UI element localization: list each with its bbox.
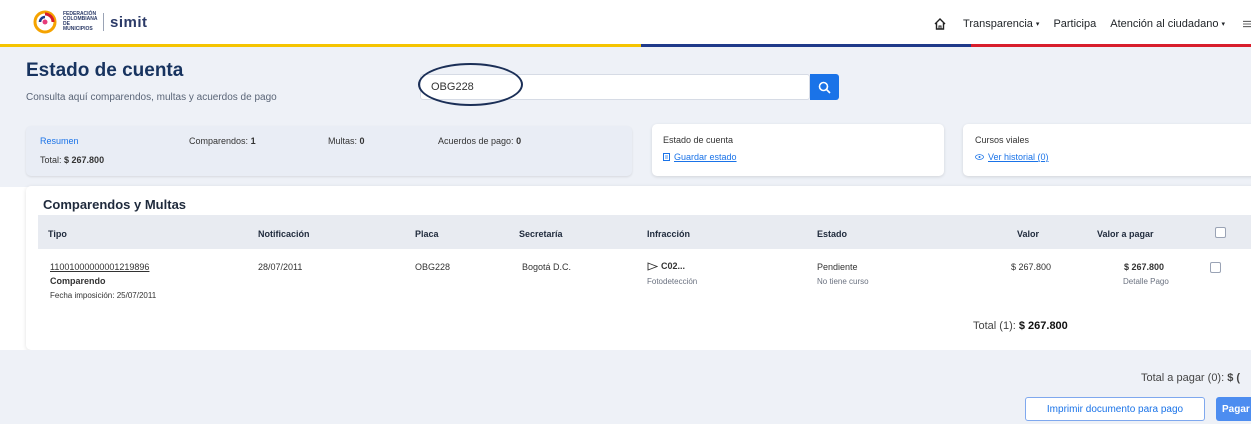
- logo[interactable]: FEDERACIÓN COLOMBIANA DE MUNICIPIOS simi…: [33, 10, 148, 34]
- col-tipo: Tipo: [48, 229, 67, 239]
- top-navbar: FEDERACIÓN COLOMBIANA DE MUNICIPIOS simi…: [0, 0, 1251, 44]
- row-type: Comparendo: [50, 276, 106, 286]
- nav-atencion-ciudadano[interactable]: Atención al ciudadano ▾: [1110, 18, 1225, 30]
- cursos-viales-card: Cursos viales Ver historial (0): [963, 124, 1251, 176]
- acuerdos-label: Acuerdos de pago:: [438, 136, 514, 146]
- eye-icon: [975, 154, 984, 160]
- table-total-value: $ 267.800: [1018, 320, 1068, 332]
- select-all-checkbox[interactable]: [1215, 227, 1226, 238]
- comparendos-value: 1: [250, 136, 256, 146]
- resumen-label: Resumen: [40, 136, 79, 146]
- section-title: Comparendos y Multas: [43, 197, 187, 212]
- table-total-label: Total (1):: [973, 320, 1016, 332]
- col-notificacion: Notificación: [258, 229, 310, 239]
- row-valor-pagar: $ 267.800: [1124, 262, 1165, 272]
- estado-cuenta-card: Estado de cuenta Guardar estado: [652, 124, 944, 176]
- acuerdos-value: 0: [516, 136, 522, 146]
- nav-atencion-label: Atención al ciudadano: [1110, 18, 1219, 30]
- col-valor: Valor: [1017, 229, 1040, 239]
- federation-name: FEDERACIÓN COLOMBIANA DE MUNICIPIOS: [63, 11, 98, 32]
- search-button[interactable]: [810, 74, 839, 100]
- acuerdos-count: Acuerdos de pago: 0: [438, 136, 521, 146]
- cursos-viales-title: Cursos viales: [975, 135, 1030, 145]
- nav-transparencia-label: Transparencia: [963, 18, 1033, 30]
- multas-value: 0: [359, 136, 365, 146]
- ver-historial-link-wrap: Ver historial (0): [975, 152, 1049, 162]
- infraccion-code: C02...: [661, 261, 686, 271]
- pay-button[interactable]: Pagar: [1216, 397, 1251, 421]
- page-subtitle: Consulta aquí comparendos, multas y acue…: [26, 92, 277, 103]
- print-document-button[interactable]: Imprimir documento para pago: [1025, 397, 1205, 421]
- guardar-estado-link[interactable]: Guardar estado: [674, 152, 737, 162]
- guardar-estado-link-wrap: Guardar estado: [663, 152, 737, 162]
- row-infraccion-desc: Fotodetección: [647, 277, 698, 286]
- row-fecha-imposicion: Fecha imposición: 25/07/2011: [50, 291, 157, 300]
- comparendos-count: Comparendos: 1: [189, 136, 256, 146]
- table-header: [38, 215, 1251, 249]
- traffic-sign-icon: [647, 261, 658, 271]
- table-total: Total (1): $ 267.800: [973, 320, 1068, 332]
- row-notificacion: 28/07/2011: [258, 262, 303, 272]
- row-infraccion[interactable]: C02...: [647, 261, 685, 271]
- total-value: $ 267.800: [64, 155, 105, 165]
- nav-participa[interactable]: Participa: [1053, 18, 1096, 30]
- simit-logo-text: simit: [110, 13, 148, 31]
- document-icon: [663, 153, 670, 161]
- summary-card: Resumen Total: $ 267.800 Comparendos: 1 …: [26, 126, 632, 176]
- ver-historial-link[interactable]: Ver historial (0): [988, 152, 1049, 162]
- search-icon: [818, 81, 831, 94]
- highlight-annotation: [418, 63, 523, 106]
- estado-cuenta-title: Estado de cuenta: [663, 135, 734, 145]
- row-estado-sub: No tiene curso: [817, 277, 869, 286]
- main-nav: Transparencia ▾ Participa Atención al ci…: [933, 17, 1251, 31]
- col-infraccion: Infracción: [647, 229, 691, 239]
- total-pagar-value: $ (: [1227, 372, 1241, 384]
- total-a-pagar: Total a pagar (0): $ (: [1141, 372, 1240, 384]
- total-summary: Total: $ 267.800: [40, 155, 104, 165]
- chevron-down-icon: ▾: [1221, 21, 1225, 28]
- total-label: Total:: [40, 155, 62, 165]
- col-valor-pagar: Valor a pagar: [1097, 229, 1154, 239]
- row-estado: Pendiente: [817, 262, 858, 272]
- home-icon[interactable]: [933, 17, 947, 31]
- nav-participa-label: Participa: [1053, 18, 1097, 30]
- row-placa: OBG228: [415, 262, 451, 272]
- page-title: Estado de cuenta: [26, 60, 184, 81]
- col-placa: Placa: [415, 229, 439, 239]
- total-pagar-label: Total a pagar (0):: [1141, 372, 1225, 384]
- multas-count: Multas: 0: [328, 136, 365, 146]
- page-header: Estado de cuenta Consulta aquí comparend…: [0, 47, 1251, 117]
- row-checkbox[interactable]: [1210, 262, 1221, 273]
- logo-divider: [103, 13, 104, 31]
- row-valor: $ 267.800: [1011, 262, 1052, 272]
- comparendos-label: Comparendos:: [189, 136, 249, 146]
- detalle-pago-link[interactable]: Detalle Pago: [1123, 277, 1169, 286]
- hamburger-menu-icon[interactable]: [1243, 19, 1251, 29]
- comparendo-number-link[interactable]: 11001000000001219896: [50, 262, 149, 272]
- nav-transparencia[interactable]: Transparencia ▾: [963, 18, 1039, 30]
- row-secretaria: Bogotá D.C.: [522, 262, 572, 272]
- multas-label: Multas:: [328, 136, 358, 146]
- col-estado: Estado: [817, 229, 848, 239]
- col-secretaria: Secretaría: [519, 229, 563, 239]
- fcm-logo-icon: [33, 10, 57, 34]
- chevron-down-icon: ▾: [1035, 21, 1040, 28]
